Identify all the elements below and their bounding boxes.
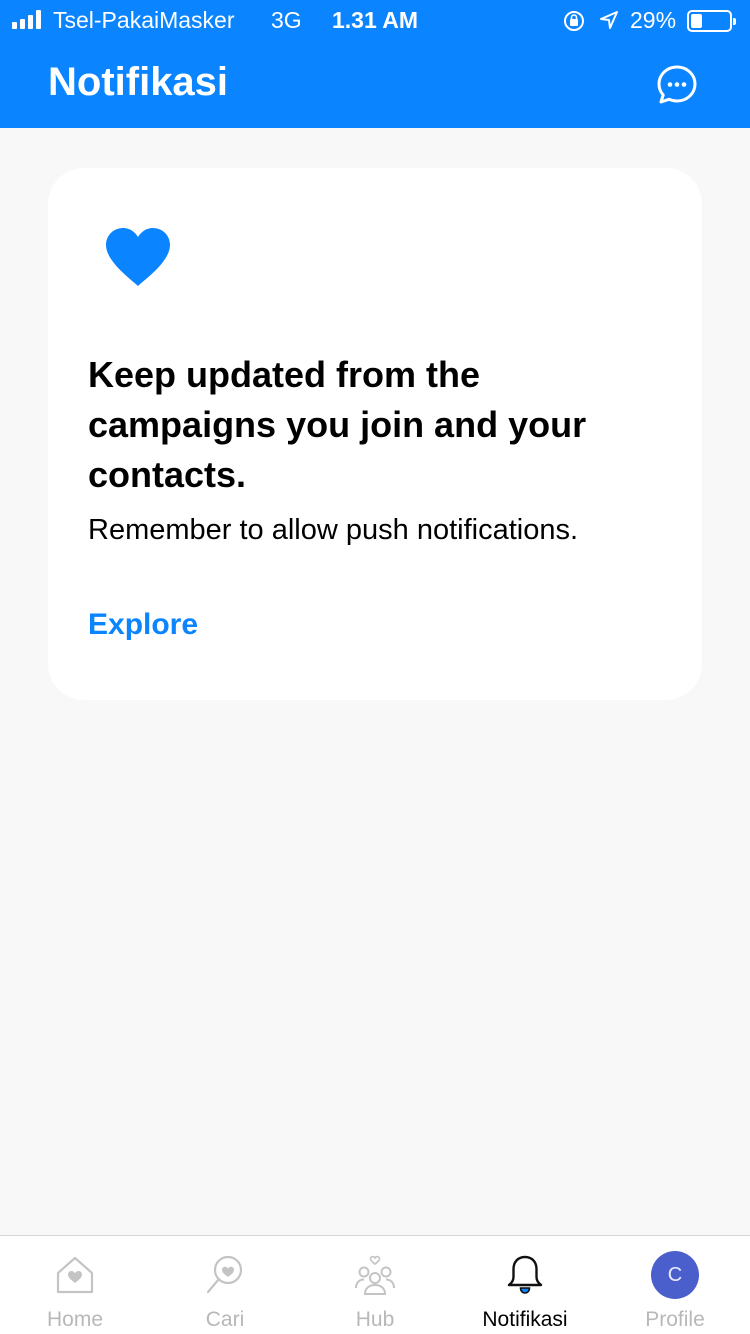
notification-prompt-card: Keep updated from the campaigns you join…: [48, 168, 702, 700]
tab-cari-label: Cari: [205, 1308, 245, 1331]
tab-profile-label: Profile: [645, 1308, 705, 1331]
tab-profile[interactable]: C Profile: [600, 1236, 750, 1334]
tab-home[interactable]: Home: [0, 1236, 150, 1334]
heart-icon: [106, 228, 170, 286]
tab-notifikasi-label: Notifikasi: [482, 1308, 568, 1331]
tab-home-label: Home: [46, 1308, 104, 1331]
bell-icon: [507, 1255, 543, 1294]
battery-percent: 29%: [630, 7, 677, 33]
network-type: 3G: [271, 7, 302, 33]
chat-bubble-icon[interactable]: [655, 63, 699, 107]
tab-hub[interactable]: Hub: [300, 1236, 450, 1334]
signal-strength-icon: [12, 10, 41, 29]
home-icon: [56, 1256, 94, 1294]
card-title: Keep updated from the campaigns you join…: [88, 354, 587, 495]
people-icon: [355, 1255, 395, 1295]
tab-notifikasi[interactable]: Notifikasi: [450, 1236, 600, 1334]
status-bar: Tsel-PakaiMasker 3G 1.31 AM 29%: [0, 0, 750, 42]
tab-cari[interactable]: Cari: [150, 1236, 300, 1334]
card-subtitle: Remember to allow push notifications.: [88, 514, 579, 546]
search-heart-icon: [206, 1255, 243, 1294]
app-header: Tsel-PakaiMasker 3G 1.31 AM 29% Notifika…: [0, 0, 750, 128]
explore-link[interactable]: Explore: [88, 608, 198, 642]
battery-icon: [687, 10, 736, 32]
carrier-name: Tsel-PakaiMasker: [53, 7, 235, 33]
location-arrow-icon: [600, 11, 618, 29]
tab-hub-label: Hub: [355, 1308, 395, 1331]
avatar: C: [651, 1251, 699, 1299]
rotation-lock-icon: [564, 11, 584, 31]
bottom-tab-bar: Home Cari Hub Notifikasi C Profile: [0, 1235, 750, 1334]
status-time: 1.31 AM: [332, 7, 419, 33]
page-title: Notifikasi: [48, 60, 229, 104]
